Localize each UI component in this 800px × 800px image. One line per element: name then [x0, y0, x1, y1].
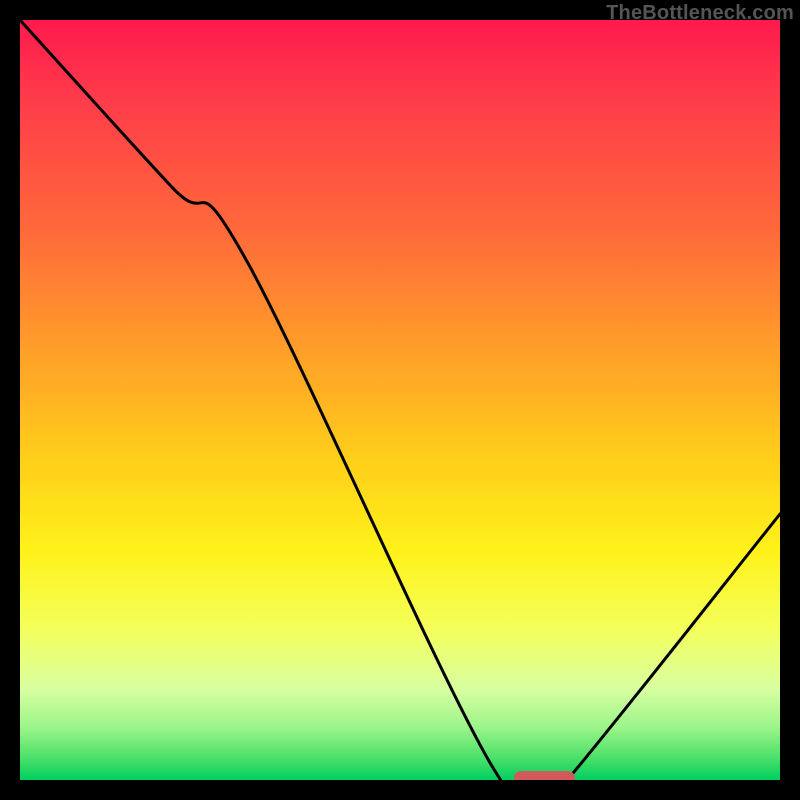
watermark-label: TheBottleneck.com: [606, 2, 794, 25]
plot-area: [20, 20, 780, 780]
curve-path: [20, 20, 780, 780]
optimal-range-marker: [514, 771, 575, 780]
bottleneck-curve: [20, 20, 780, 780]
chart-frame: TheBottleneck.com: [0, 0, 800, 800]
